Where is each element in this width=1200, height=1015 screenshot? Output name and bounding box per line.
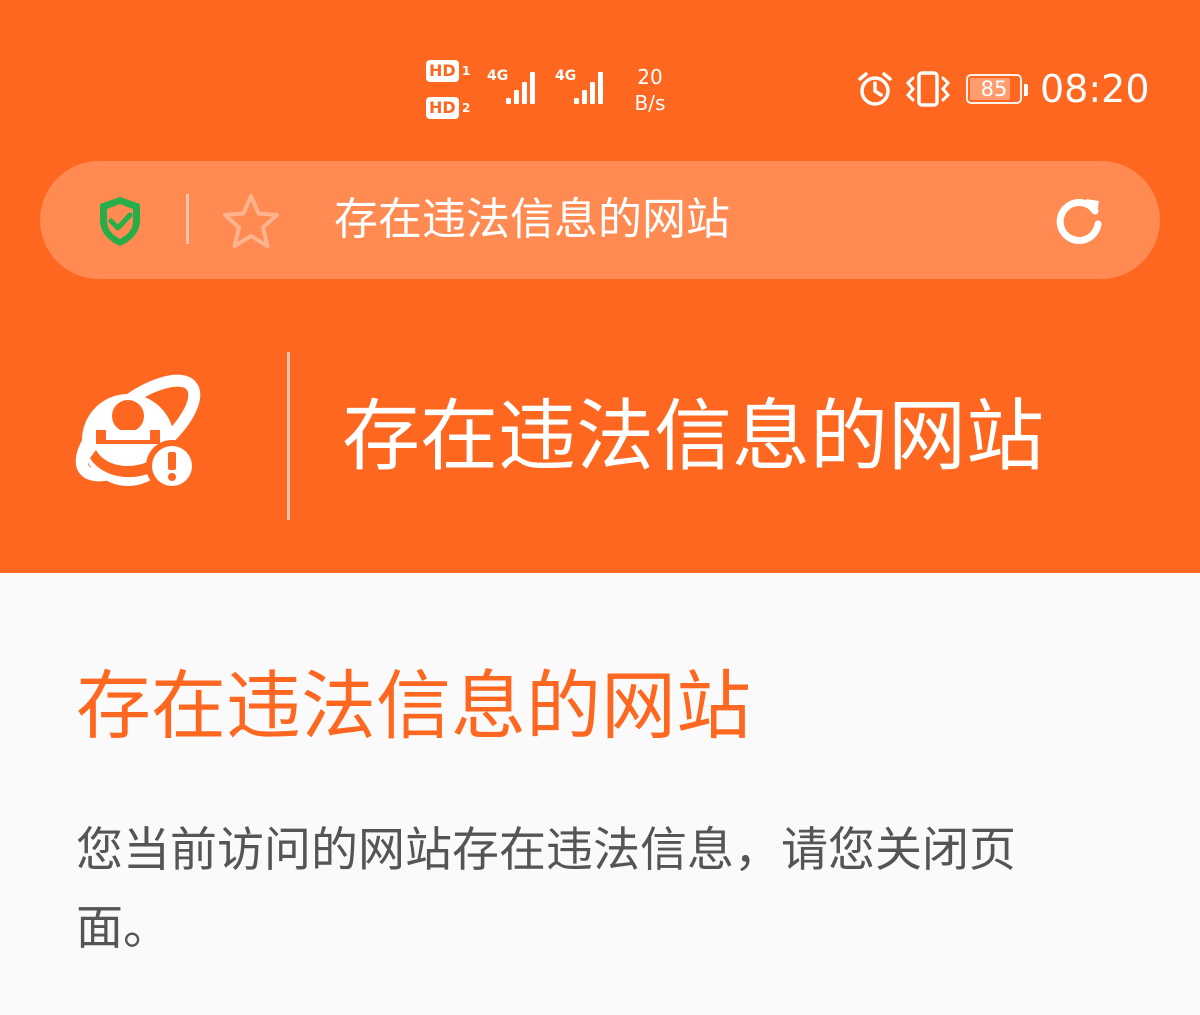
network-speed: 20 B/s <box>628 64 672 116</box>
address-divider <box>186 194 189 244</box>
status-bar: HD 1 HD 2 4G 4G 20 B/s 85 08:20 <box>0 0 1200 140</box>
battery-icon: 85 <box>966 74 1028 104</box>
warning-description: 您当前访问的网站存在违法信息，请您关闭页面。 <box>76 823 1016 956</box>
signal-icon <box>506 70 542 104</box>
speed-value: 20 <box>637 65 663 89</box>
page-title: 存在违法信息的网站 <box>76 662 752 750</box>
shield-check-icon[interactable] <box>92 193 148 249</box>
speed-unit: B/s <box>634 91 666 115</box>
hd-badge-icon: HD <box>426 97 459 119</box>
refresh-icon[interactable] <box>1050 191 1108 249</box>
clock: 08:20 <box>1040 67 1150 111</box>
address-bar[interactable]: 存在违法信息的网站 <box>40 161 1160 279</box>
hero-title: 存在违法信息的网站 <box>342 392 1045 482</box>
hd-badge-icon: HD <box>426 60 459 82</box>
sim2-number: 2 <box>462 101 471 115</box>
browser-warning-icon <box>75 374 201 492</box>
address-title[interactable]: 存在违法信息的网站 <box>334 191 730 249</box>
vibrate-icon <box>905 71 951 107</box>
star-icon[interactable] <box>220 191 282 253</box>
sim1-number: 1 <box>462 64 471 78</box>
alarm-icon <box>858 72 892 106</box>
signal-icon <box>574 70 610 104</box>
hero-divider <box>287 352 290 520</box>
header-banner: HD 1 HD 2 4G 4G 20 B/s 85 08:20 存在违法信息的网… <box>0 0 1200 573</box>
battery-level: 85 <box>980 77 1008 101</box>
